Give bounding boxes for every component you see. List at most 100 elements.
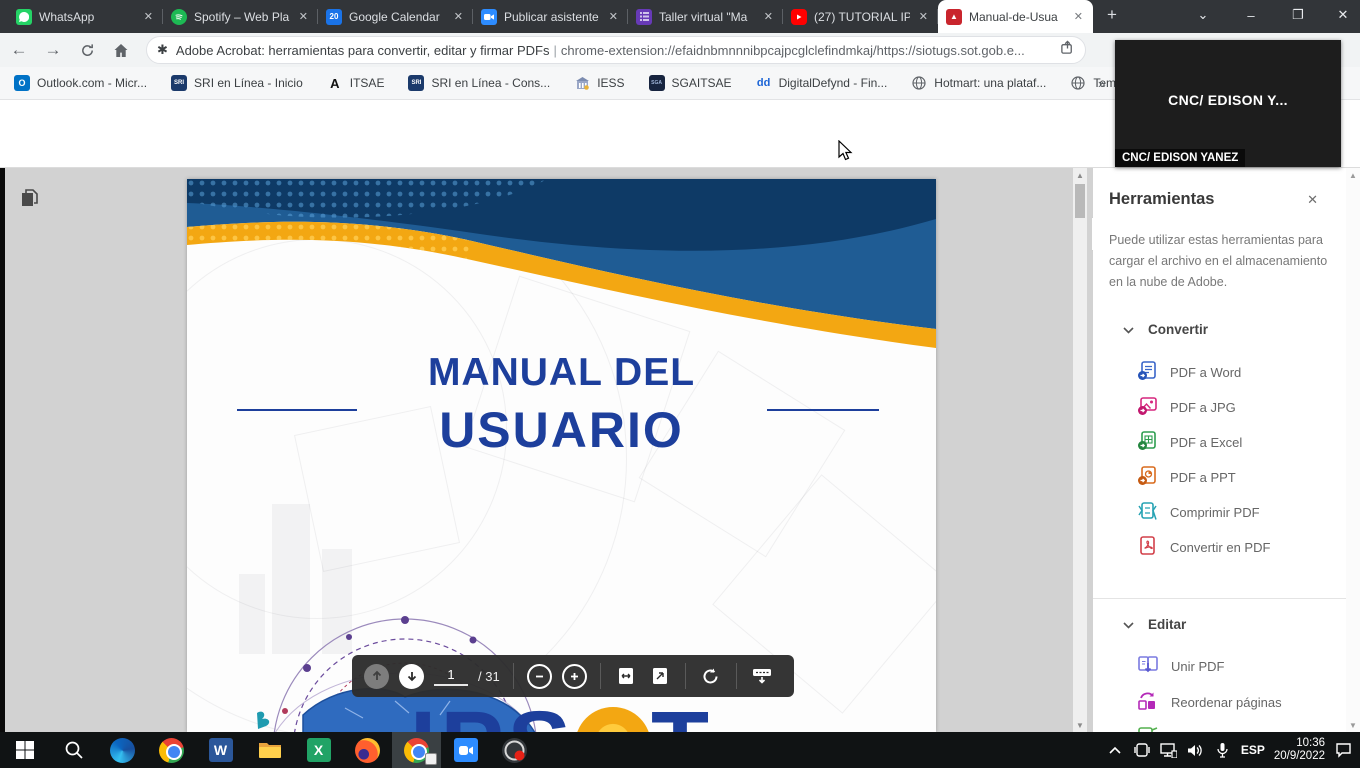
taskbar-zoom-icon[interactable] (441, 732, 490, 768)
fit-page-button[interactable] (648, 664, 672, 688)
tab-spotify[interactable]: Spotify – Web Pla ✕ (163, 0, 318, 33)
tray-chevron-up-icon[interactable] (1106, 741, 1124, 759)
bookmark-outlook[interactable]: OOutlook.com - Micr... (14, 75, 147, 91)
divider (685, 663, 686, 689)
back-icon[interactable]: ← (4, 36, 34, 64)
window-menu-chevron-icon[interactable]: ⌄ (1186, 0, 1220, 30)
tool-convertir-en-pdf[interactable]: Convertir en PDF (1137, 535, 1270, 559)
bookmark-hotmart[interactable]: Hotmart: una plataf... (911, 75, 1046, 91)
tray-microphone-icon[interactable] (1214, 741, 1232, 759)
scrollbar-thumb[interactable] (1075, 184, 1085, 218)
whatsapp-icon (16, 9, 32, 25)
scroll-down-arrow-icon[interactable]: ▼ (1073, 718, 1087, 732)
tab-google-calendar[interactable]: 20 Google Calendar ✕ (318, 0, 473, 33)
taskbar-firefox-icon[interactable] (343, 732, 392, 768)
forward-icon[interactable]: → (38, 36, 68, 64)
taskbar-chrome-icon[interactable] (147, 732, 196, 768)
scroll-up-arrow-icon[interactable]: ▲ (1346, 168, 1360, 182)
rotate-page-button[interactable] (699, 664, 723, 688)
taskbar-word-icon[interactable]: W (196, 732, 245, 768)
language-indicator[interactable]: ESP (1241, 743, 1265, 757)
window-minimize-button[interactable]: – (1234, 0, 1268, 30)
divider (513, 663, 514, 689)
pdf-page: MANUAL DEL USUARIO IPST (187, 179, 936, 732)
tab-close-icon[interactable]: ✕ (1072, 10, 1085, 23)
screen-edge-strip (0, 168, 5, 732)
page-thumbnails-icon[interactable] (20, 188, 40, 213)
zoom-in-button[interactable] (562, 664, 587, 689)
taskbar-file-explorer-icon[interactable] (245, 732, 294, 768)
bookmark-itsae[interactable]: AITSAE (327, 75, 385, 91)
sidebar-close-icon[interactable]: ✕ (1307, 192, 1318, 208)
zoom-out-button[interactable] (527, 664, 552, 689)
tab-close-icon[interactable]: ✕ (142, 10, 155, 23)
taskbar-clock[interactable]: 10:3620/9/2022 (1274, 737, 1325, 763)
home-icon[interactable] (106, 36, 136, 64)
bookmark-iess[interactable]: IESS (574, 75, 624, 91)
section-editar[interactable]: Editar (1123, 617, 1186, 632)
viewer-scrollbar[interactable]: ▲ ▼ (1073, 168, 1087, 732)
bookmark-digitaldefynd[interactable]: ddDigitalDefynd - Fin... (756, 75, 888, 91)
tab-publicar-asistente[interactable]: Publicar asistente ✕ (473, 0, 628, 33)
sri-icon: SRI (408, 75, 424, 91)
tab-close-icon[interactable]: ✕ (452, 10, 465, 23)
section-convertir[interactable]: Convertir (1123, 322, 1208, 337)
taskbar-chrome-active-icon[interactable] (392, 732, 441, 768)
reload-icon[interactable] (72, 36, 102, 64)
tab-close-icon[interactable]: ✕ (762, 10, 775, 23)
pdf-to-excel-icon (1137, 430, 1158, 454)
digitaldefynd-icon: dd (756, 75, 772, 91)
tab-tutorial-youtube[interactable]: (27) TUTORIAL IP ✕ (783, 0, 938, 33)
scroll-down-arrow-icon[interactable]: ▼ (1346, 718, 1360, 732)
tool-pdf-a-jpg[interactable]: PDF a JPG (1137, 395, 1236, 419)
tab-close-icon[interactable]: ✕ (917, 10, 930, 23)
window-close-button[interactable]: ✕ (1326, 0, 1360, 30)
window-restore-button[interactable]: ❐ (1281, 0, 1315, 30)
browser-menu-dots-icon[interactable]: ⋮ (1348, 36, 1360, 64)
bookmarks-overflow-chevron-icon[interactable]: » (1098, 76, 1105, 91)
start-button[interactable] (0, 732, 49, 768)
taskbar-edge-icon[interactable] (98, 732, 147, 768)
page-down-button[interactable] (399, 664, 424, 689)
tab-label: Publicar asistente (504, 10, 600, 24)
pdf-viewer-area: MANUAL DEL USUARIO IPST 1 / 31 (0, 168, 1092, 732)
sidebar-scrollbar[interactable]: ▲ ▼ (1346, 168, 1360, 732)
notification-center-icon[interactable] (1334, 741, 1352, 759)
participant-name-label: CNC/ EDISON YANEZ (1115, 149, 1245, 167)
ipsot-flower-o-icon (575, 707, 651, 732)
share-icon[interactable] (1060, 40, 1075, 60)
tab-label: Spotify – Web Pla (194, 10, 290, 24)
taskbar-obs-recorder-icon[interactable] (490, 732, 539, 768)
extension-icon: ✱ (157, 42, 168, 58)
tray-tablet-icon[interactable] (1133, 741, 1151, 759)
bookmark-sri-consultas[interactable]: SRISRI en Línea - Cons... (408, 75, 550, 91)
tool-unir-pdf[interactable]: Unir PDF (1137, 654, 1224, 678)
tool-pdf-a-ppt[interactable]: PDF a PPT (1137, 465, 1236, 489)
page-up-button[interactable] (364, 664, 389, 689)
taskbar-excel-icon[interactable]: X (294, 732, 343, 768)
tab-manual-pdf-active[interactable]: ▲ Manual-de-Usua ✕ (938, 0, 1093, 33)
fit-width-button[interactable] (614, 664, 638, 688)
scroll-up-arrow-icon[interactable]: ▲ (1073, 168, 1087, 182)
tray-volume-icon[interactable] (1187, 741, 1205, 759)
tool-pdf-a-excel[interactable]: PDF a Excel (1137, 430, 1242, 454)
tab-whatsapp[interactable]: WhatsApp ✕ (8, 0, 163, 33)
video-call-participant-overlay[interactable]: CNC/ EDISON Y... CNC/ EDISON YANEZ (1115, 40, 1341, 167)
tab-close-icon[interactable]: ✕ (297, 10, 310, 23)
bookmark-sgaitsae[interactable]: SGASGAITSAE (649, 75, 732, 91)
bookmark-sri-inicio[interactable]: SRISRI en Línea - Inicio (171, 75, 303, 91)
tool-comprimir-pdf[interactable]: Comprimir PDF (1137, 500, 1260, 524)
youtube-icon (791, 9, 807, 25)
tool-pdf-a-word[interactable]: PDF a Word (1137, 360, 1241, 384)
sidebar-divider (1093, 598, 1346, 599)
new-tab-button[interactable]: + (1107, 5, 1117, 25)
tray-network-display-icon[interactable] (1160, 741, 1178, 759)
taskbar-search-icon[interactable] (49, 732, 98, 768)
toolbar-dock-button[interactable] (750, 664, 774, 688)
tool-reordenar-paginas[interactable]: Reordenar páginas (1137, 690, 1282, 714)
tab-close-icon[interactable]: ✕ (607, 10, 620, 23)
page-number-input[interactable]: 1 (434, 667, 468, 686)
tab-taller-virtual[interactable]: Taller virtual "Ma ✕ (628, 0, 783, 33)
omnibox[interactable]: ✱ Adobe Acrobat: herramientas para conve… (146, 36, 1086, 64)
outlook-icon: O (14, 75, 30, 91)
